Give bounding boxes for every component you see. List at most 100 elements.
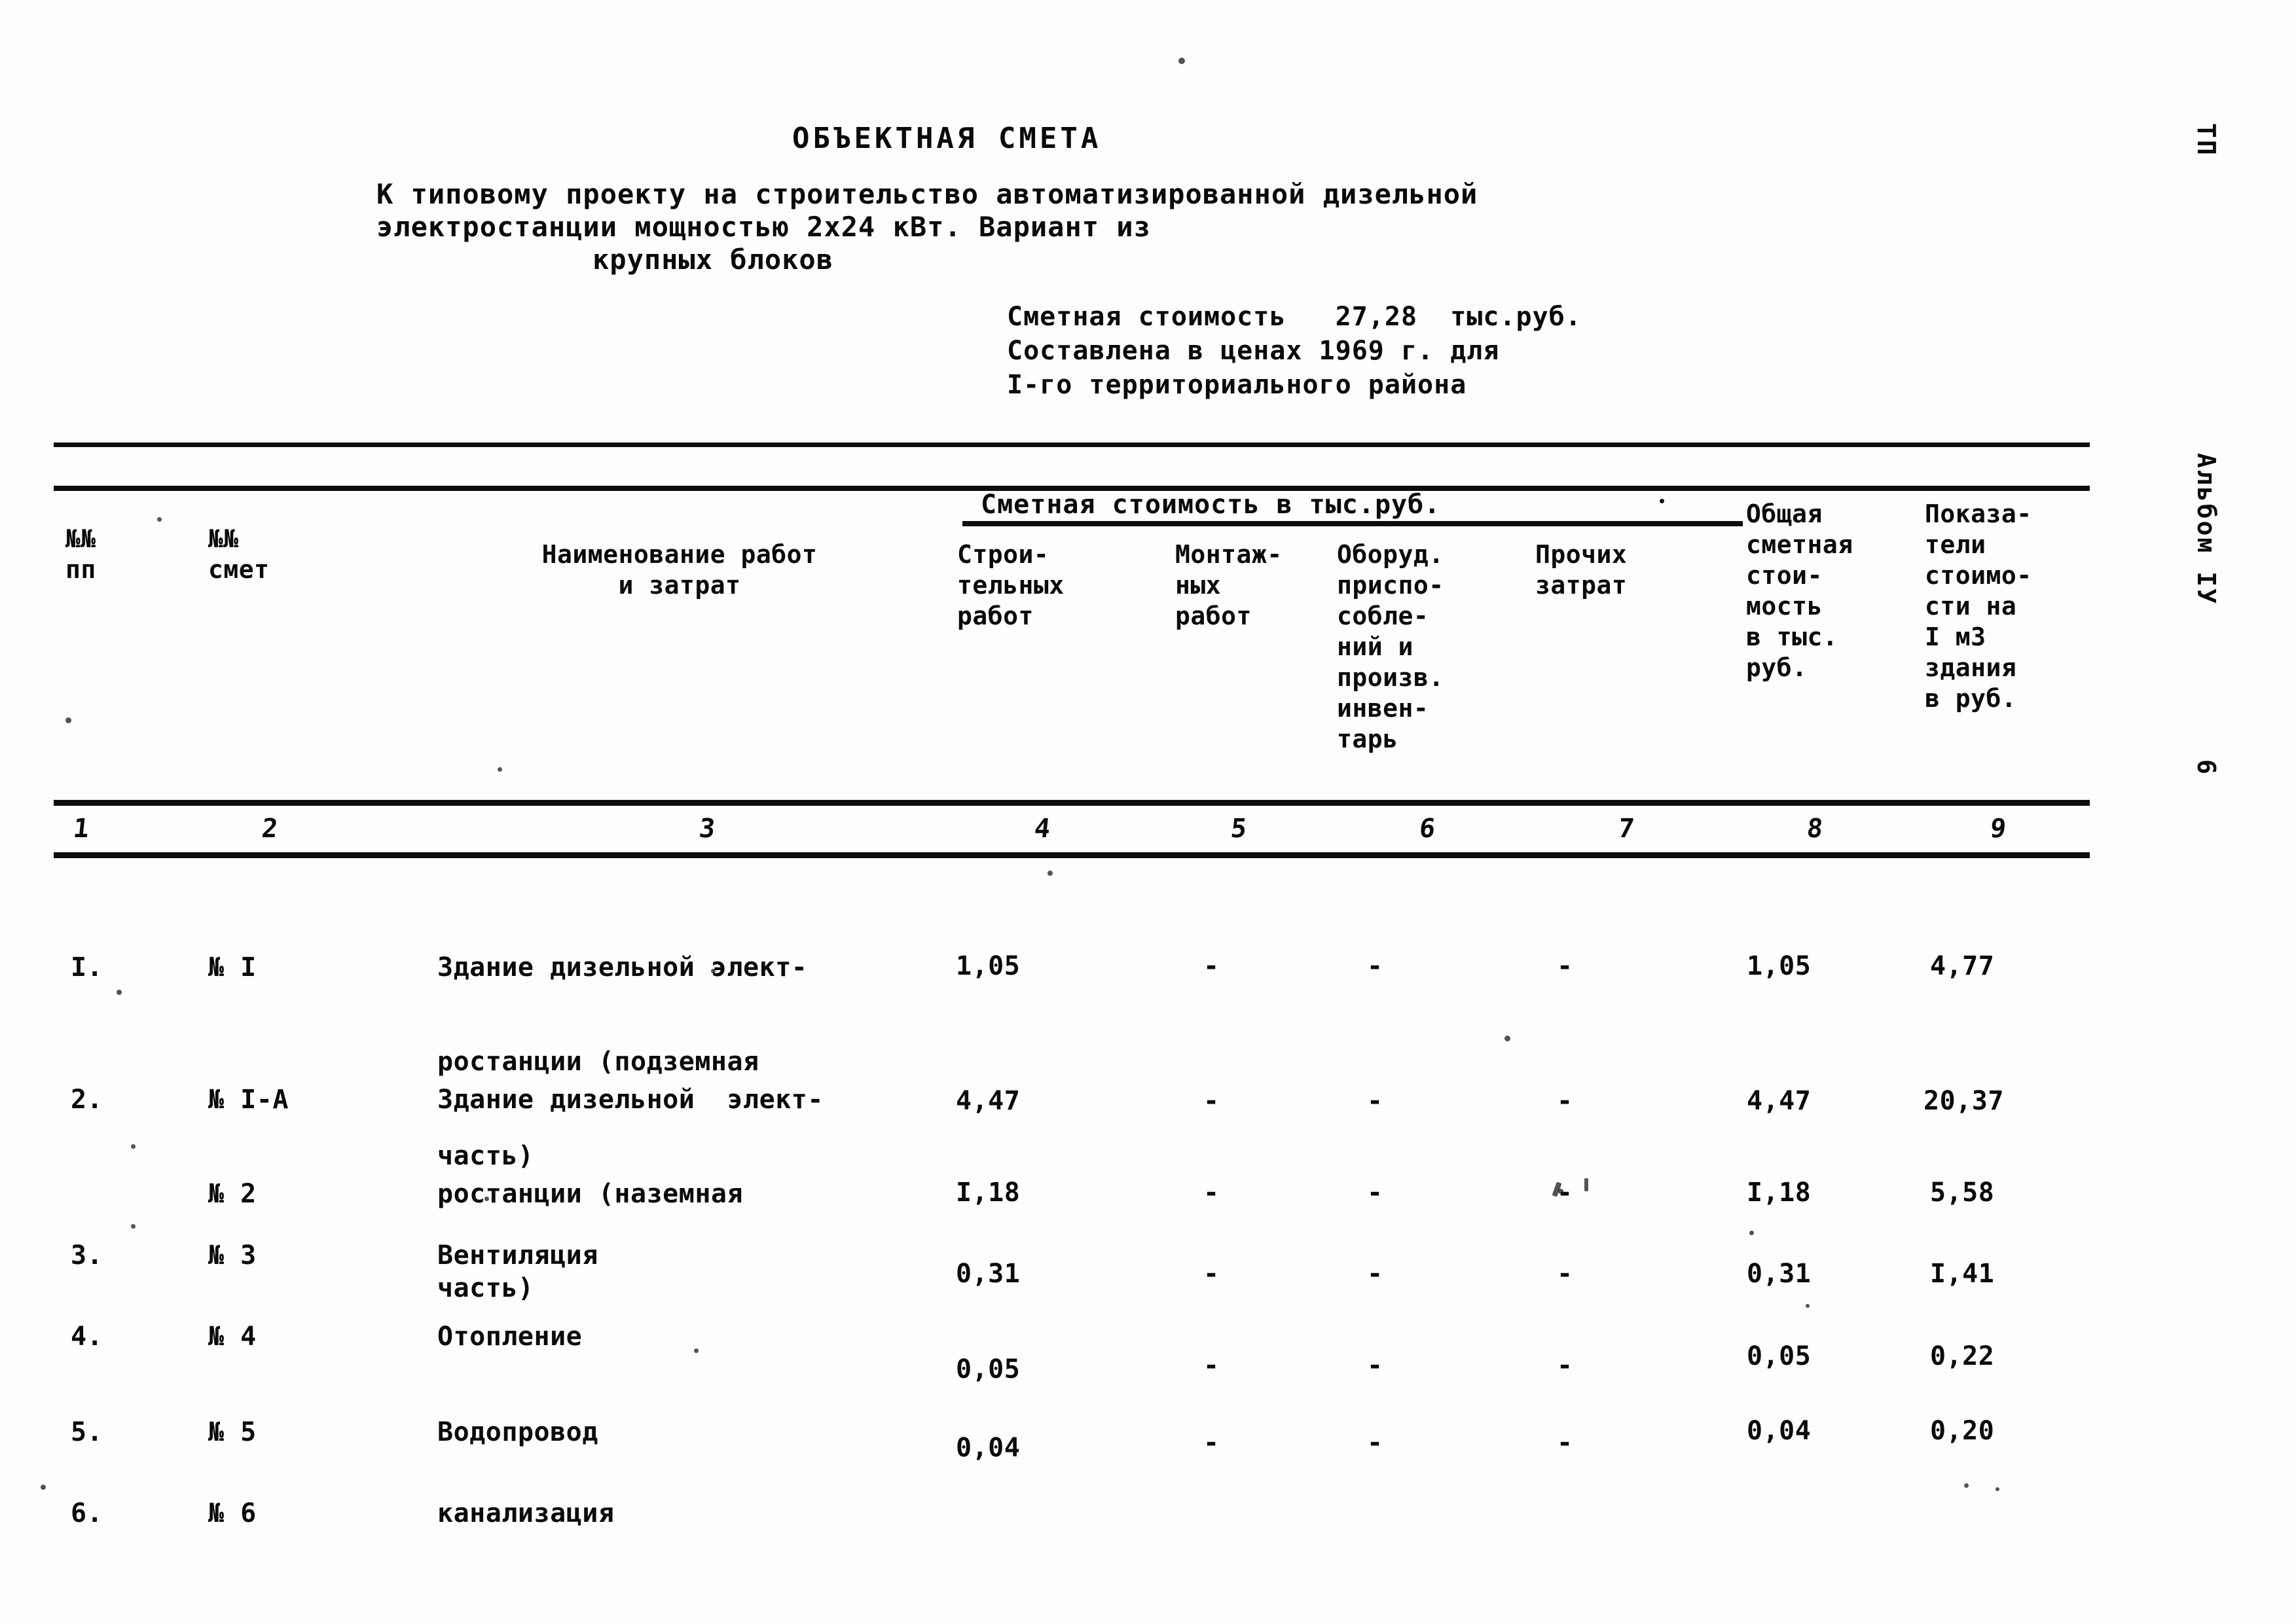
row-1-other-costs: - bbox=[1557, 951, 1573, 981]
margin-sheet-code: ТП bbox=[2192, 123, 2221, 157]
estimate-cost-block: Сметная стоимость 27,28 тыс.руб. Составл… bbox=[1007, 300, 1582, 402]
column-header-total-estimated-cost-line2: сметная bbox=[1746, 530, 1853, 559]
column-number-7: 7 bbox=[1616, 814, 1637, 844]
column-number-4: 4 bbox=[1032, 814, 1053, 844]
column-header-construction-works-line3: работ bbox=[957, 602, 1034, 630]
column-header-other-costs-line1: Прочих bbox=[1535, 540, 1628, 569]
row-1-cost-per-cubic-meter: 4,77 bbox=[1930, 951, 1995, 981]
table-column-number-rule bbox=[54, 852, 2090, 858]
row-2-total-estimated-cost: 4,47 bbox=[1747, 1086, 1812, 1116]
row-6-estimate-number: № 6 bbox=[208, 1435, 272, 1592]
margin-album-label: Альбом IУ bbox=[2192, 453, 2221, 605]
column-header-equipment-inventory-line5: произв. bbox=[1337, 663, 1444, 692]
column-header-cost-per-cubic-meter-line3: стоимо- bbox=[1925, 561, 2032, 590]
column-header-cost-per-cubic-meter-line7: в руб. bbox=[1925, 684, 2017, 713]
table-row: 6. bbox=[71, 1435, 135, 1592]
row-6-total-estimated-cost: 0,04 bbox=[1747, 1416, 1812, 1446]
column-number-5: 5 bbox=[1229, 814, 1249, 844]
column-header-work-name-line2: и затрат bbox=[618, 571, 741, 600]
column-header-total-estimated-cost-line4: мость bbox=[1746, 592, 1823, 621]
scan-speck bbox=[484, 1197, 489, 1201]
row-4-work-name-line1: Отопление bbox=[437, 1322, 583, 1352]
subtitle-line-1: К типовому проекту на строительство авто… bbox=[376, 178, 1306, 210]
column-header-cost-per-cubic-meter-line4: сти на bbox=[1925, 592, 2017, 621]
row-5-construction-works: 0,05 bbox=[956, 1354, 1021, 1384]
scan-speck bbox=[117, 990, 122, 995]
row-2-equipment-inventory: - bbox=[1367, 1086, 1383, 1116]
column-header-installation-works: Монтаж- ных работ bbox=[1175, 539, 1283, 632]
column-number-3: 3 bbox=[697, 814, 718, 844]
row-5-equipment-inventory: - bbox=[1367, 1350, 1383, 1380]
table-top-rule bbox=[54, 442, 2090, 447]
column-header-equipment-inventory: Оборуд. приспо- соблe- ний и произв. инв… bbox=[1337, 539, 1444, 755]
column-number-2: 2 bbox=[260, 814, 280, 844]
row-4-cost-per-cubic-meter: I,41 bbox=[1930, 1259, 1995, 1289]
column-header-cost-per-cubic-meter-line6: здания bbox=[1925, 653, 2017, 682]
row-1-work-name-line1: Здание дизельной элект- bbox=[437, 952, 808, 983]
row-6-installation-works: - bbox=[1203, 1428, 1220, 1458]
row-2-cost-per-cubic-meter: 20,37 bbox=[1923, 1086, 2004, 1116]
column-header-row-number-line2: пп bbox=[65, 555, 96, 584]
spanning-header-underline bbox=[962, 521, 1743, 526]
estimate-territorial-district: I-го территориального района bbox=[1007, 370, 1467, 400]
row-6-pp: 6. bbox=[71, 1498, 103, 1528]
column-header-estimate-number-line1: №№ bbox=[208, 524, 239, 553]
project-subtitle: К типовому проекту на строительство авто… bbox=[376, 178, 1620, 276]
scan-speck bbox=[131, 1144, 136, 1149]
scan-speck bbox=[131, 1224, 136, 1229]
row-5-total-estimated-cost: 0,05 bbox=[1747, 1341, 1812, 1371]
row-6-construction-works: 0,04 bbox=[956, 1433, 1021, 1463]
spanning-header-cost-in-thousands: Сметная стоимость в тыс.руб. bbox=[981, 490, 1441, 520]
column-header-estimate-number: №№ смет bbox=[208, 524, 270, 585]
row-6-estimate-number-line1: № 6 bbox=[208, 1498, 257, 1528]
row-2-pp: 2. bbox=[71, 1085, 103, 1115]
column-header-total-estimated-cost: Общая сметная стои- мость в тыс. руб. bbox=[1746, 499, 1853, 683]
column-header-installation-works-line1: Монтаж- bbox=[1175, 540, 1283, 569]
column-header-total-estimated-cost-line3: стои- bbox=[1746, 561, 1823, 590]
column-header-equipment-inventory-line1: Оборуд. bbox=[1337, 540, 1444, 569]
scanned-page: ОБЪЕКТНАЯ СМЕТА К типовому проекту на ст… bbox=[0, 0, 2296, 1624]
row-6-cost-per-cubic-meter: 0,20 bbox=[1930, 1416, 1995, 1446]
scan-speck bbox=[65, 717, 71, 723]
column-header-total-estimated-cost-line6: руб. bbox=[1746, 653, 1808, 682]
row-1-equipment-inventory: - bbox=[1367, 951, 1383, 981]
row-1-pp: I. bbox=[71, 952, 103, 983]
row-6-equipment-inventory: - bbox=[1367, 1428, 1383, 1458]
row-4-equipment-inventory: - bbox=[1367, 1259, 1383, 1289]
column-header-installation-works-line3: работ bbox=[1175, 602, 1252, 630]
scan-speck bbox=[1178, 58, 1185, 64]
row-2-other-costs: - bbox=[1557, 1086, 1573, 1116]
column-header-equipment-inventory-line6: инвен- bbox=[1337, 694, 1429, 723]
column-header-estimate-number-line2: смет bbox=[208, 555, 270, 584]
column-header-work-name: Наименование работ и затрат bbox=[477, 539, 883, 601]
margin-page-number: 6 bbox=[2192, 759, 2221, 776]
row-3-cost-per-cubic-meter: 5,58 bbox=[1930, 1178, 1995, 1208]
scan-speck bbox=[498, 767, 502, 772]
row-3-construction-works: I,18 bbox=[956, 1178, 1021, 1208]
row-3-total-estimated-cost: I,18 bbox=[1747, 1178, 1812, 1208]
column-header-equipment-inventory-line4: ний и bbox=[1337, 632, 1413, 661]
row-4-total-estimated-cost: 0,31 bbox=[1747, 1259, 1812, 1289]
row-3-installation-works: - bbox=[1203, 1178, 1220, 1208]
column-header-work-name-line1: Наименование работ bbox=[541, 540, 818, 569]
row-1-estimate-number-line1: № I bbox=[208, 952, 257, 983]
row-2-construction-works: 4,47 bbox=[956, 1086, 1021, 1116]
column-number-9: 9 bbox=[1988, 814, 2009, 844]
row-5-installation-works: - bbox=[1203, 1350, 1220, 1380]
row-4-other-costs: - bbox=[1557, 1259, 1573, 1289]
column-header-cost-per-cubic-meter-line5: I м3 bbox=[1925, 623, 1986, 651]
column-number-8: 8 bbox=[1805, 814, 1825, 844]
row-4-installation-works: - bbox=[1203, 1259, 1220, 1289]
scan-speck bbox=[157, 517, 162, 522]
column-header-construction-works: Строи- тельных работ bbox=[957, 539, 1065, 632]
column-header-equipment-inventory-line3: соблe- bbox=[1337, 602, 1429, 630]
column-header-cost-per-cubic-meter-line1: Показа- bbox=[1925, 499, 2032, 528]
row-2-installation-works: - bbox=[1203, 1086, 1220, 1116]
column-header-construction-works-line2: тельных bbox=[957, 571, 1065, 600]
row-4-pp: 4. bbox=[71, 1322, 103, 1352]
scan-speck bbox=[1749, 1231, 1754, 1235]
scan-speck bbox=[1584, 1178, 1588, 1191]
row-6-work-name-line1: канализация bbox=[437, 1498, 615, 1528]
page-title: ОБЪЕКТНАЯ СМЕТА bbox=[792, 122, 1102, 155]
column-header-total-estimated-cost-line5: в тыс. bbox=[1746, 623, 1838, 651]
